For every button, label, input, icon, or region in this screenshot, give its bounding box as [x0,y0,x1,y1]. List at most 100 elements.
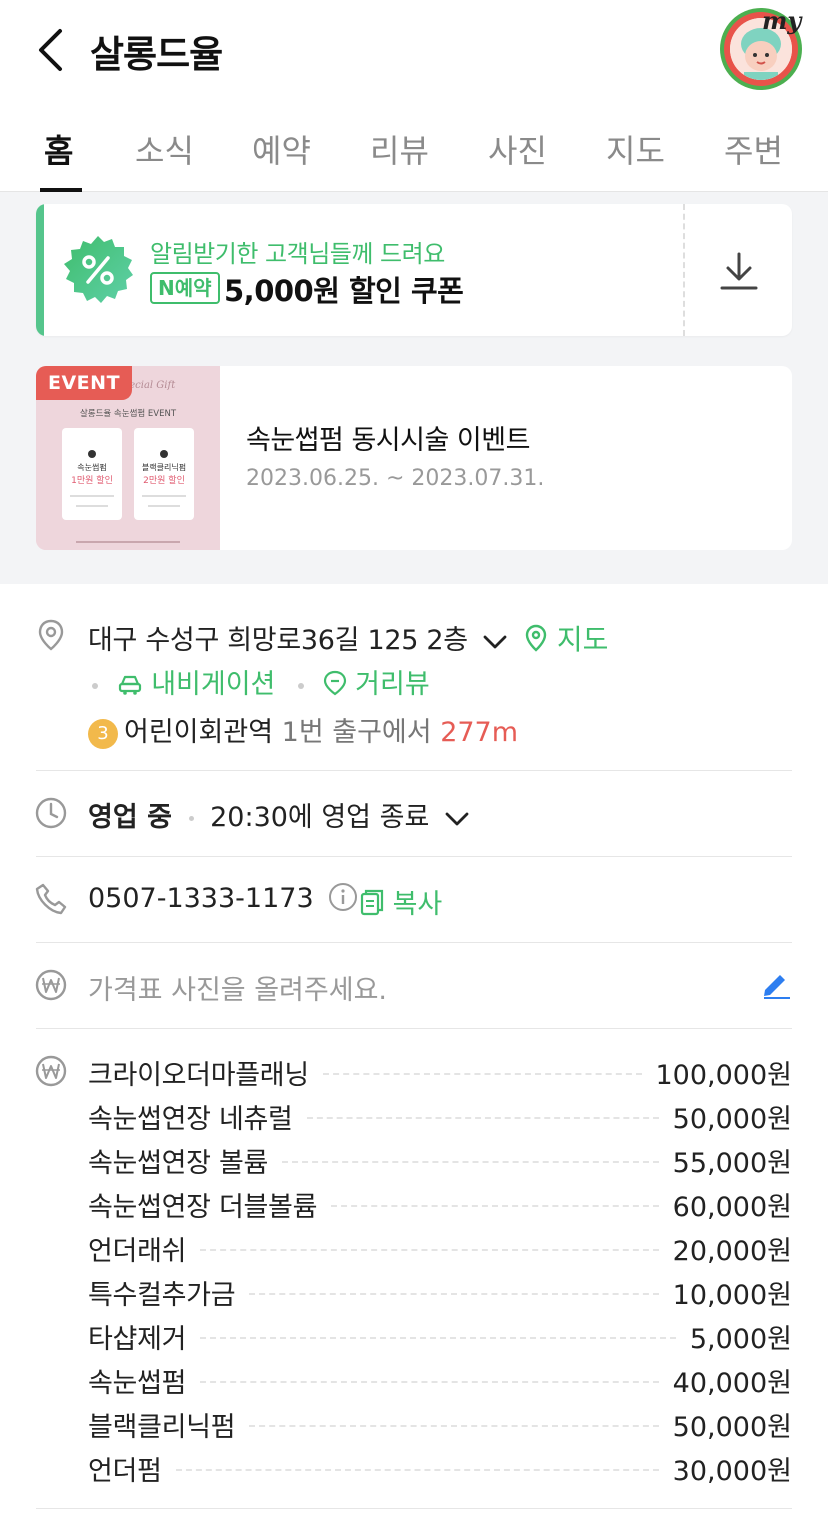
tab-booking[interactable]: 예약 [252,126,311,172]
separator-dot [92,682,98,689]
price-row: 속눈썹연장 더블볼륨 60,000원 [88,1182,792,1226]
price-row: 속눈썹연장 네츄럴 50,000원 [88,1094,792,1138]
price-item-value: 50,000원 [672,1103,792,1135]
price-item-name: 속눈썹펌 [88,1367,187,1399]
price-item-name: 속눈썹연장 네츄럴 [88,1103,293,1135]
price-item-value: 100,000원 [655,1059,793,1091]
coupon-accent-stripe [36,204,44,336]
event-card[interactable]: Special Gift 살롱드율 속눈썹펌 EVENT 속눈썹펌 1만원 할인… [36,366,792,550]
coupon-card[interactable]: 알림받기한 고객님들께 드려요 N예약 5,000원 할인 쿠폰 [36,204,792,336]
divider [36,770,792,771]
price-item-name: 언더펌 [88,1455,162,1487]
dotted-leader [249,1425,659,1427]
price-row: 속눈썹펌 40,000원 [88,1358,792,1402]
price-photo-upload-prompt[interactable]: 가격표 사진을 올려주세요. [88,968,387,1007]
price-row: 속눈썹연장 볼륨 55,000원 [88,1138,792,1182]
divider [36,1028,792,1029]
car-icon [118,675,141,695]
info-icon[interactable] [328,882,358,912]
coupon-amount: 5,000원 할인 쿠폰 [224,274,464,308]
price-item-name: 특수컬추가금 [88,1279,236,1311]
copy-button[interactable]: 복사 [360,882,442,921]
dotted-leader [306,1117,659,1119]
street-view-icon [323,670,346,696]
dotted-leader [322,1073,642,1075]
subway-exit: 1번 출구에서 [281,717,432,748]
price-item-value: 30,000원 [672,1455,792,1487]
dotted-leader [175,1469,659,1471]
price-item-value: 5,000원 [689,1323,792,1355]
phone-row[interactable]: 0507-1333-1173 [88,882,358,914]
poster-left-label: 속눈썹펌 [77,462,106,472]
divider [36,942,792,943]
tab-map[interactable]: 지도 [606,126,665,172]
divider [36,856,792,857]
price-row: 블랙클리닉펌 50,000원 [88,1402,792,1446]
price-row: 언더펌 30,000원 [88,1446,792,1490]
dotted-leader [282,1161,659,1163]
coupon-headline: 알림받기한 고객님들께 드려요 [150,240,445,268]
event-thumbnail: Special Gift 살롱드율 속눈썹펌 EVENT 속눈썹펌 1만원 할인… [36,366,220,550]
poster-left-discount: 1만원 할인 [71,475,113,486]
phone-icon [35,883,67,915]
event-date-range: 2023.06.25. ~ 2023.07.31. [246,466,545,491]
price-item-name: 크라이오더마플래닝 [88,1059,309,1091]
naver-booking-badge: N예약 [150,272,220,304]
event-badge: EVENT [36,366,133,400]
tab-reviews[interactable]: 리뷰 [370,126,429,172]
top-bar: 살롱드율 my [0,0,828,100]
dotted-leader [200,1381,659,1383]
separator-dot [297,682,304,689]
map-link-label: 지도 [556,623,609,656]
download-icon[interactable] [716,248,762,294]
business-hours-row[interactable]: 영업 중 20:30에 영업 종료 [88,795,470,834]
copy-icon [360,889,384,916]
poster-right-discount: 2만원 할인 [143,475,185,486]
street-view-label: 거리뷰 [355,669,430,700]
won-currency-icon [35,1055,67,1087]
price-item-name: 블랙클리닉펌 [88,1411,236,1443]
dotted-leader [200,1337,676,1339]
price-item-value: 50,000원 [672,1411,792,1443]
back-button[interactable] [30,26,70,74]
price-row: 언더래쉬 20,000원 [88,1226,792,1270]
price-item-name: 속눈썹연장 볼륨 [88,1147,269,1179]
tab-news[interactable]: 소식 [135,126,194,172]
edit-pencil-icon[interactable] [760,968,792,1000]
subway-station: 어린이회관역 [124,717,274,748]
location-pin-icon [38,619,64,651]
chevron-down-icon[interactable] [482,633,508,651]
price-item-value: 10,000원 [672,1279,792,1311]
avatar-button[interactable]: my [720,6,802,90]
event-title: 속눈썹펌 동시시술 이벤트 [246,425,530,456]
price-item-name: 언더래쉬 [88,1235,187,1267]
dotted-leader [200,1249,659,1251]
map-link[interactable]: 지도 [524,618,608,658]
chevron-down-icon[interactable] [444,810,470,828]
price-item-value: 20,000원 [672,1235,792,1267]
chevron-left-icon [39,29,62,71]
price-row: 타샵제거 5,000원 [88,1314,792,1358]
subway-line-badge: 3 [88,718,118,749]
phone-number: 0507-1333-1173 [88,883,314,914]
price-row: 크라이오더마플래닝 100,000원 [88,1050,792,1094]
map-pin-icon [525,624,547,652]
direction-links: 내비게이션 거리뷰 [88,662,430,701]
dotted-leader [249,1293,659,1295]
divider [36,1508,792,1509]
navigation-link[interactable]: 내비게이션 [117,669,284,700]
street-view-link[interactable]: 거리뷰 [323,669,430,700]
tab-nearby[interactable]: 주변 [724,126,783,172]
address-row[interactable]: 대구 수성구 희망로36길 125 2층 [88,618,508,657]
price-item-value: 55,000원 [672,1147,792,1179]
price-item-name: 타샵제거 [88,1323,187,1355]
tab-photos[interactable]: 사진 [488,126,547,172]
price-list: 크라이오더마플래닝 100,000원 속눈썹연장 네츄럴 50,000원 속눈썹연장… [88,1050,792,1490]
poster-right-label: 블랙클리닉펌 [142,462,186,472]
tab-home[interactable]: 홈 [44,126,73,172]
address-text: 대구 수성구 희망로36길 125 2층 [88,625,468,656]
price-row: 특수컬추가금 10,000원 [88,1270,792,1314]
subway-info: 3 어린이회관역 1번 출구에서 277m [88,710,518,749]
discount-percent-icon [64,236,133,303]
business-status: 영업 중 [88,802,172,833]
